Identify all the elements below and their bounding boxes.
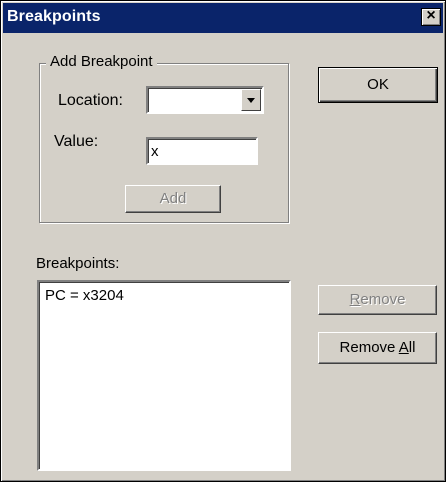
breakpoints-list[interactable]: PC = x3204	[37, 280, 291, 471]
close-button[interactable]: ×	[421, 8, 441, 26]
breakpoints-dialog: Breakpoints × Add Breakpoint Location: V…	[0, 0, 446, 482]
location-label: Location:	[58, 92, 123, 109]
add-button[interactable]: Add	[125, 185, 221, 213]
value-label: Value:	[54, 133, 99, 150]
remove-all-mnemonic: A	[398, 339, 409, 356]
window-title: Breakpoints	[7, 8, 101, 25]
add-breakpoint-group-label: Add Breakpoint	[46, 53, 157, 70]
ok-button[interactable]: OK	[318, 67, 438, 103]
remove-all-button[interactable]: Remove All	[318, 332, 437, 364]
close-icon: ×	[426, 7, 436, 24]
breakpoints-list-label: Breakpoints:	[36, 255, 120, 272]
title-bar[interactable]: Breakpoints ×	[3, 3, 443, 33]
remove-mnemonic: R	[349, 291, 361, 308]
remove-button[interactable]: Remove	[318, 285, 437, 315]
list-item[interactable]: PC = x3204	[45, 287, 124, 304]
value-input[interactable]	[146, 137, 258, 165]
location-dropdown[interactable]	[146, 86, 264, 114]
dropdown-arrow-icon[interactable]	[241, 89, 261, 111]
